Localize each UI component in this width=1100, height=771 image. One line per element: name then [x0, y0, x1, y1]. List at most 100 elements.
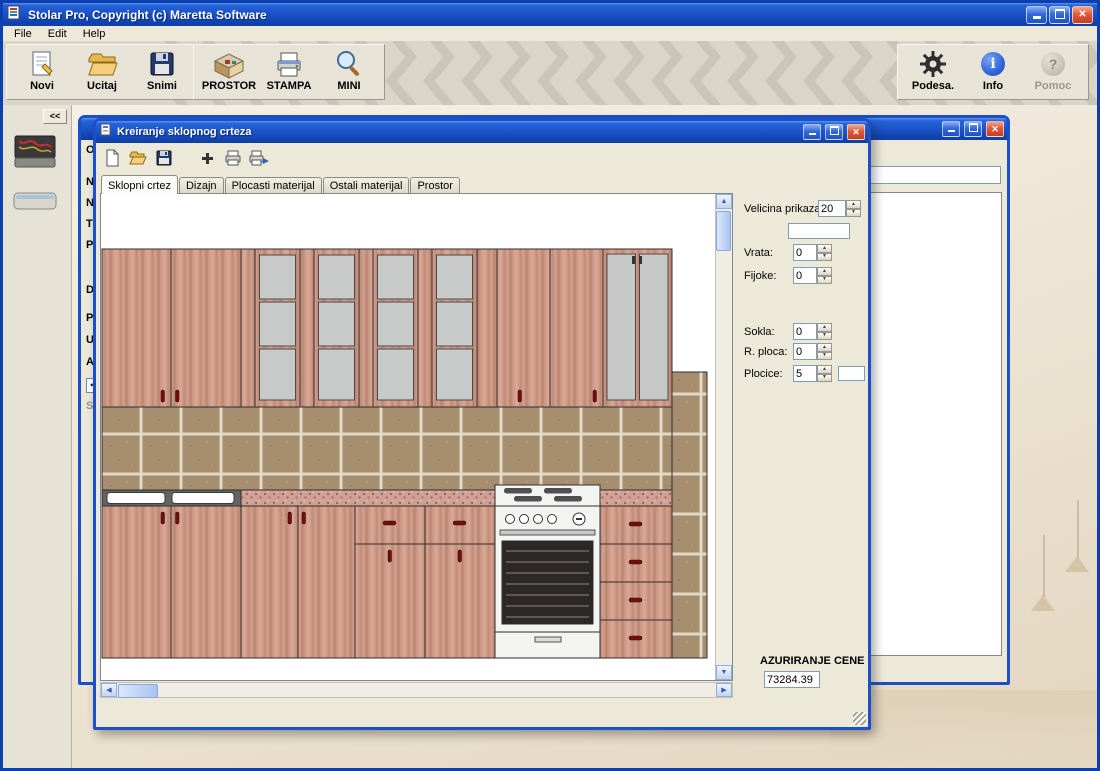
menu-item-edit[interactable]: Edit: [41, 27, 74, 41]
velicina-prikaza-input[interactable]: [818, 200, 846, 217]
save-button[interactable]: [152, 147, 175, 169]
print-export-button[interactable]: [247, 147, 270, 169]
print-export-icon: [248, 149, 269, 167]
sokla-input[interactable]: [793, 323, 817, 340]
plocice-extra-input[interactable]: [838, 366, 865, 381]
scroll-left-button[interactable]: ◀: [101, 683, 117, 697]
lamp-decoration: [1031, 595, 1055, 611]
scanner-icon[interactable]: [12, 187, 58, 220]
sidebar: <<: [3, 105, 72, 768]
print-button[interactable]: [221, 147, 244, 169]
magnifier-icon: [334, 48, 364, 80]
main-toolbar: Novi Ucitaj Snimi PROSTOR: [3, 41, 1097, 106]
plus-button[interactable]: [195, 147, 218, 169]
toolbar-button-prostor[interactable]: PROSTOR: [200, 47, 258, 93]
r-ploca-spinner: ▲ ▼: [817, 343, 832, 360]
tab-dizajn[interactable]: Dizajn: [179, 177, 224, 194]
fijoke-input[interactable]: [793, 267, 817, 284]
toolbar-button-novi[interactable]: Novi: [13, 47, 71, 93]
spinner-up-button[interactable]: ▲: [817, 244, 832, 253]
scroll-right-button[interactable]: ▶: [716, 683, 732, 697]
plocice-label: Plocice:: [744, 368, 783, 380]
spinner-down-button[interactable]: ▼: [817, 374, 832, 383]
menu-item-file[interactable]: File: [7, 27, 39, 41]
secondary-input[interactable]: [788, 223, 850, 239]
velicina-prikaza-spinner: ▲ ▼: [846, 200, 861, 217]
app-window: Stolar Pro, Copyright (c) Maretta Softwa…: [0, 0, 1100, 771]
drawing-canvas[interactable]: ▲ ▼: [100, 193, 733, 681]
spinner-down-button[interactable]: ▼: [817, 253, 832, 262]
dialog-close-button[interactable]: ✕: [847, 124, 865, 140]
plotter-icon[interactable]: [12, 131, 58, 180]
dialog-minimize-button[interactable]: [803, 124, 821, 140]
sokla-spinner: ▲ ▼: [817, 323, 832, 340]
sokla-label: Sokla:: [744, 326, 775, 338]
minimize-icon: [948, 122, 955, 132]
dialog-titlebar[interactable]: Kreiranje sklopnog crteza ✕: [96, 121, 868, 143]
spinner-down-button[interactable]: ▼: [817, 332, 832, 341]
lamp-decoration: [1043, 535, 1045, 597]
bg-minimize-button[interactable]: [942, 121, 960, 137]
vrata-label: Vrata:: [744, 247, 773, 259]
spinner-up-button[interactable]: ▲: [817, 343, 832, 352]
tab-sklopni-crtez[interactable]: Sklopni crtez: [101, 175, 178, 194]
spinner-down-button[interactable]: ▼: [817, 352, 832, 361]
spinner-down-button[interactable]: ▼: [817, 276, 832, 285]
fijoke-label: Fijoke:: [744, 270, 776, 282]
save-floppy-icon: [155, 149, 173, 167]
app-icon: [7, 4, 23, 25]
spinner-up-button[interactable]: ▲: [817, 323, 832, 332]
r-ploca-input[interactable]: [793, 343, 817, 360]
new-button[interactable]: [100, 147, 123, 169]
toolbar-button-mini[interactable]: MINI: [320, 47, 378, 93]
azuriranje-cene-button[interactable]: AZURIRANJE CENE: [760, 655, 865, 667]
dialog-window[interactable]: Kreiranje sklopnog crteza ✕: [93, 118, 871, 730]
menu-item-help[interactable]: Help: [76, 27, 113, 41]
dialog-maximize-button[interactable]: [825, 124, 843, 140]
open-folder-icon: [86, 48, 118, 80]
lamp-decoration: [1065, 556, 1089, 572]
dialog-tabs: Sklopni crtez Dizajn Plocasti materijal …: [101, 173, 461, 194]
vertical-scroll-thumb[interactable]: [716, 211, 731, 251]
toolbar-button-info[interactable]: i Info: [964, 47, 1022, 93]
scroll-down-button[interactable]: ▼: [716, 665, 732, 680]
close-button[interactable]: ✕: [1072, 6, 1093, 24]
new-document-icon: [27, 48, 57, 80]
horizontal-scroll-thumb[interactable]: [118, 684, 158, 698]
bg-close-button[interactable]: ✕: [986, 121, 1004, 137]
spinner-down-button[interactable]: ▼: [846, 209, 861, 218]
vrata-input[interactable]: [793, 244, 817, 261]
spinner-up-button[interactable]: ▲: [846, 200, 861, 209]
velicina-prikaza-label: Velicina prikaza:: [744, 203, 824, 215]
toolbar-group-file: Novi Ucitaj Snimi: [6, 44, 198, 100]
toolbar-button-snimi[interactable]: Snimi: [133, 47, 191, 93]
horizontal-scrollbar[interactable]: ◀ ▶: [100, 682, 733, 698]
plocice-input[interactable]: [793, 365, 817, 382]
bg-maximize-button[interactable]: [964, 121, 982, 137]
maximize-button[interactable]: [1049, 6, 1070, 24]
plocice-spinner: ▲ ▼: [817, 365, 832, 382]
spinner-up-button[interactable]: ▲: [817, 267, 832, 276]
vrata-spinner: ▲ ▼: [817, 244, 832, 261]
price-input[interactable]: [764, 671, 820, 688]
spinner-up-button[interactable]: ▲: [817, 365, 832, 374]
toolbar-button-stampa[interactable]: STAMPA: [260, 47, 318, 93]
tab-plocasti-materijal[interactable]: Plocasti materijal: [225, 177, 322, 194]
vertical-scrollbar[interactable]: ▲ ▼: [715, 194, 732, 680]
minimize-button[interactable]: [1026, 6, 1047, 24]
sidebar-collapse-button[interactable]: <<: [43, 109, 67, 124]
maximize-icon: [969, 123, 978, 132]
open-button[interactable]: [126, 147, 149, 169]
tab-prostor[interactable]: Prostor: [410, 177, 459, 194]
toolbar-button-podesa[interactable]: Podesa.: [904, 47, 962, 93]
plus-icon: [200, 151, 214, 165]
toolbar-button-ucitaj[interactable]: Ucitaj: [73, 47, 131, 93]
tab-ostali-materijal[interactable]: Ostali materijal: [323, 177, 410, 194]
scroll-up-button[interactable]: ▲: [716, 194, 732, 209]
app-titlebar[interactable]: Stolar Pro, Copyright (c) Maretta Softwa…: [3, 3, 1097, 26]
maximize-icon: [1055, 9, 1065, 19]
kitchen-drawing: [101, 194, 718, 681]
dialog-toolbar: [100, 146, 270, 170]
resize-grip[interactable]: [853, 712, 866, 725]
fijoke-spinner: ▲ ▼: [817, 267, 832, 284]
